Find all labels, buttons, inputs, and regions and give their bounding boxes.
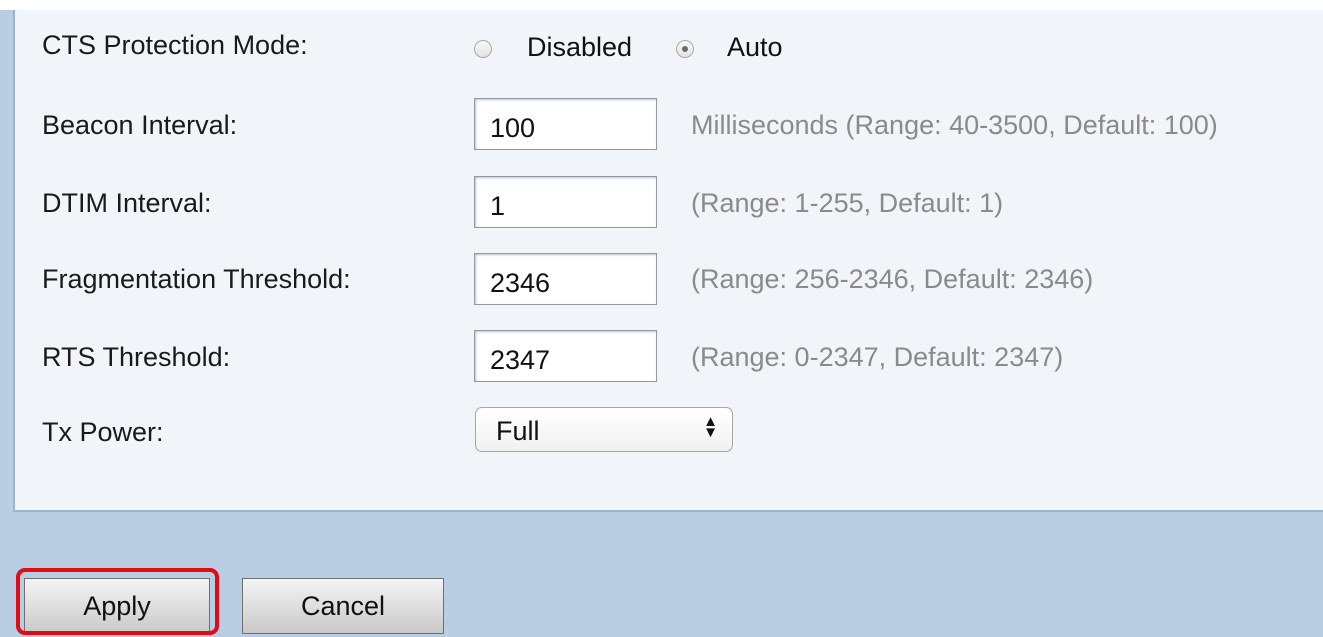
dtim-interval-input[interactable]: 1 [474, 176, 657, 228]
beacon-interval-label: Beacon Interval: [42, 110, 238, 140]
cts-auto-radio[interactable] [676, 40, 694, 58]
cts-disabled-option-label[interactable]: Disabled [527, 32, 632, 63]
dtim-interval-hint: (Range: 1-255, Default: 1) [691, 188, 1004, 218]
tx-power-select[interactable]: Full ▲ ▼ [475, 407, 733, 452]
select-arrows-icon: ▲ ▼ [703, 413, 718, 441]
fragmentation-threshold-label: Fragmentation Threshold: [42, 264, 351, 294]
beacon-interval-input[interactable]: 100 [474, 98, 657, 150]
tx-power-label: Tx Power: [42, 417, 164, 447]
rts-threshold-input[interactable]: 2347 [474, 330, 657, 382]
rts-threshold-hint: (Range: 0-2347, Default: 2347) [691, 342, 1064, 372]
cancel-button[interactable]: Cancel [242, 578, 444, 634]
tx-power-selected-value: Full [496, 416, 540, 446]
fragmentation-threshold-hint: (Range: 256-2346, Default: 2346) [691, 264, 1094, 294]
fragmentation-threshold-input[interactable]: 2346 [474, 253, 657, 305]
dtim-interval-label: DTIM Interval: [42, 188, 212, 218]
cts-disabled-radio[interactable] [474, 40, 492, 58]
top-strip [0, 0, 1323, 10]
rts-threshold-label: RTS Threshold: [42, 342, 231, 372]
cts-protection-mode-label: CTS Protection Mode: [42, 30, 308, 60]
beacon-interval-hint: Milliseconds (Range: 40-3500, Default: 1… [691, 110, 1218, 140]
cts-auto-option-label[interactable]: Auto [727, 32, 783, 63]
apply-button-highlight [16, 568, 219, 635]
